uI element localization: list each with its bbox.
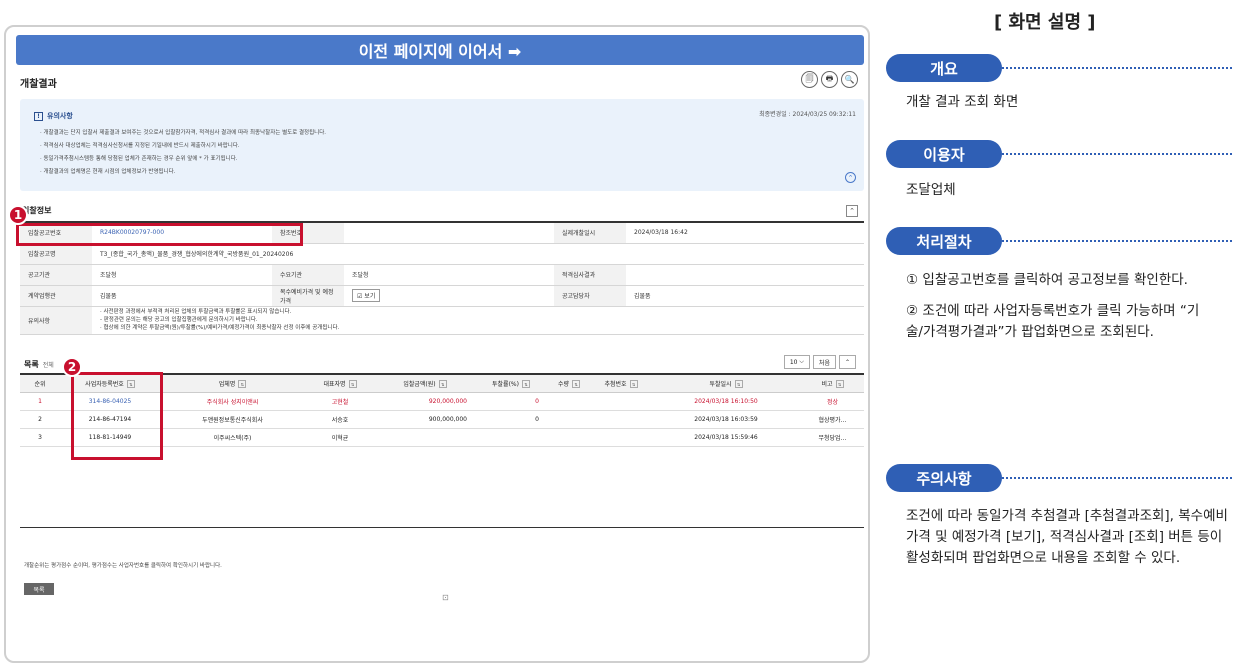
procedure-step: ① 입찰공고번호를 클릭하여 공고정보를 확인한다. <box>906 272 1188 288</box>
view-prices-button[interactable]: ☑ 보기 <box>352 289 381 302</box>
field-label: 실제개찰일시 <box>554 221 626 244</box>
divider <box>20 527 864 528</box>
first-page-button[interactable]: 처음 <box>812 355 836 369</box>
col-header[interactable]: 추첨번호 ⇅ <box>591 373 651 393</box>
field-value: 조달청 <box>344 264 554 286</box>
notice-item: 동일가격추첨시스템등 통해 당첨된 업체가 존재하는 경우 순위 앞에 * 가 … <box>40 153 326 166</box>
callout-box-1 <box>16 223 303 246</box>
field-label: 유의사항 <box>20 306 92 335</box>
procedure-list: ① 입찰공고번호를 클릭하여 공고정보를 확인한다. ② 조건에 따라 사업자등… <box>906 270 1216 353</box>
field-value: 김물품 <box>92 285 272 307</box>
field-label: 공고담당자 <box>554 285 626 307</box>
caution-text: · 사전판정 과정에서 부적격 처리된 업체의 투찰금액과 투찰률은 표시되지 … <box>92 306 864 335</box>
field-value <box>344 221 554 244</box>
list-button[interactable]: 목록 <box>24 583 54 595</box>
zoom-icon[interactable]: 🔍 <box>841 71 858 88</box>
section-procedure: 처리절차 <box>886 227 1232 255</box>
screen-frame: 이전 페이지에 이어서 ➡ 개찰결과 🗐 🖶 🔍 ! 유의사항 최종변경일 : 2… <box>4 25 870 663</box>
list-controls: 10 ⌵ 처음 ⌃ <box>783 355 856 369</box>
save-icon[interactable]: 🗐 <box>801 71 818 88</box>
collapse-notice-icon[interactable]: ⌃ <box>845 172 856 183</box>
col-header[interactable]: 투찰일시 ⇅ <box>651 373 801 393</box>
callout-number-1: 1 <box>8 205 28 225</box>
col-header[interactable]: 순위 <box>20 373 60 393</box>
field-label: 수요기관 <box>272 264 344 286</box>
users-text: 조달업체 <box>906 182 956 198</box>
notice-list: 개찰결과는 단지 입찰서 제출결과 보여주는 것으로서 입찰참가자격, 적격심사… <box>40 127 327 179</box>
description-title: [ 화면 설명 ] <box>994 12 1096 33</box>
procedure-step: ② 조건에 따라 사업자등록번호가 클릭 가능하며 “기술/가격평가결과”가 팝… <box>906 303 1200 340</box>
col-header[interactable]: 수량 ⇅ <box>547 373 591 393</box>
cautions-text: 조건에 따라 동일가격 추첨결과 [추첨결과조회], 복수예비가격 및 예정가격… <box>906 508 1228 566</box>
notice-box: ! 유의사항 최종변경일 : 2024/03/25 09:32:11 개찰결과는 … <box>20 99 864 191</box>
field-label: 공고기관 <box>20 264 92 286</box>
field-label: 적격심사결과 <box>554 264 626 286</box>
field-value <box>626 264 864 286</box>
last-updated: 최종변경일 : 2024/03/25 09:32:11 <box>759 111 856 118</box>
notice-title: 유의사항 <box>47 112 73 120</box>
callout-box-2 <box>71 372 163 460</box>
notice-heading: ! 유의사항 <box>34 111 73 121</box>
field-label: 복수예비가격 및 예정가격 <box>272 285 344 307</box>
info-icon: ! <box>34 112 43 121</box>
field-value: 조달청 <box>92 264 272 286</box>
page-size-select[interactable]: 10 ⌵ <box>783 355 810 369</box>
image-placeholder-icon: ⊡ <box>442 593 449 602</box>
notice-item: 개찰결과는 단지 입찰서 제출결과 보여주는 것으로서 입찰참가자격, 적격심사… <box>40 127 327 140</box>
notice-item: 개찰결과의 업체명은 현재 시점의 업체정보가 반영됩니다. <box>40 166 326 179</box>
col-header[interactable]: 업체명 ⇅ <box>160 373 305 393</box>
list-title: 목록 전체 <box>24 360 54 369</box>
field-label: 계약업행관 <box>20 285 92 307</box>
field-value: 김물품 <box>626 285 864 307</box>
page-title: 개찰결과 <box>20 79 57 90</box>
col-header[interactable]: 비고 ⇅ <box>801 373 864 393</box>
section-cautions: 주의사항 <box>886 464 1232 492</box>
print-icon[interactable]: 🖶 <box>821 71 838 88</box>
overview-text: 개찰 결과 조회 화면 <box>906 94 1019 110</box>
field-label: 입찰공고명 <box>20 243 92 265</box>
footnote: 개찰순위는 평가점수 순이며, 평가점수는 사업자번호를 클릭하여 확인하시기 … <box>24 563 222 569</box>
section-overview: 개요 <box>886 54 1232 82</box>
col-header[interactable]: 입찰금액(원) ⇅ <box>375 373 475 393</box>
continuation-banner: 이전 페이지에 이어서 ➡ <box>16 35 864 65</box>
col-header[interactable]: 투찰률(%) ⇅ <box>475 373 547 393</box>
section-users: 이용자 <box>886 140 1232 168</box>
callout-number-2: 2 <box>62 357 82 377</box>
notice-item: 적격심사 대상업체는 적격심사신청서를 지정된 기일내에 반드시 제출하시기 바… <box>40 140 326 153</box>
toolbar-icons: 🗐 🖶 🔍 <box>801 71 858 88</box>
collapse-list-icon[interactable]: ⌃ <box>838 355 856 369</box>
field-value: T3_(종합_국가_총액)_물품_경쟁_협상에의한계약_국방품원_01_2024… <box>92 243 864 265</box>
col-header[interactable]: 대표자명 ⇅ <box>305 373 375 393</box>
collapse-bidinfo-icon[interactable]: ⌃ <box>846 205 858 217</box>
field-value: 2024/03/18 16:42 <box>626 221 864 244</box>
